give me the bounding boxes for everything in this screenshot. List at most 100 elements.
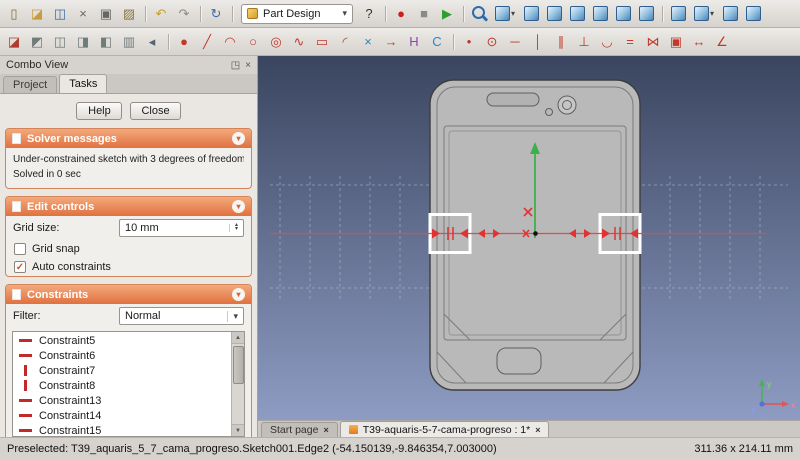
bottom-view-icon[interactable] (612, 3, 634, 25)
collapse-section-icon[interactable]: ▾ (232, 200, 245, 213)
sketch-reorient-icon[interactable]: ◨ (72, 31, 94, 53)
icon-glyph: │ (534, 35, 542, 48)
scrollbar-thumb[interactable] (233, 346, 244, 384)
edit-controls-header[interactable]: Edit controls ▾ (6, 197, 251, 216)
constraint-filter-select[interactable]: Normal ▾ (119, 307, 244, 325)
left-view-icon[interactable] (635, 3, 657, 25)
parallel-constraint-icon[interactable]: ∥ (550, 31, 572, 53)
close-panel-icon[interactable]: × (245, 60, 251, 71)
horizontal-constraint-icon[interactable]: ─ (504, 31, 526, 53)
conic-tool-icon[interactable]: ◎ (265, 31, 287, 53)
sketch-validate-icon[interactable]: ◧ (95, 31, 117, 53)
copy-icon[interactable]: ▣ (95, 3, 117, 25)
sketch-create-icon[interactable]: ◪ (3, 31, 25, 53)
measure-distance-icon[interactable] (667, 3, 689, 25)
polyline-tool-icon[interactable]: ∿ (288, 31, 310, 53)
solver-message[interactable]: Under-constrained sketch with 3 degrees … (13, 152, 244, 167)
extend-tool-icon[interactable]: → (380, 31, 402, 53)
save-icon[interactable]: ◫ (49, 3, 71, 25)
fillet-tool-icon[interactable]: ◜ (334, 31, 356, 53)
angle-constraint-icon[interactable]: ∠ (711, 31, 733, 53)
redo-icon[interactable]: ↷ (173, 3, 195, 25)
constraint-item[interactable]: Constraint15 (13, 423, 231, 436)
axonometric-view-icon[interactable] (491, 3, 519, 25)
carbon-copy-icon[interactable]: C (426, 31, 448, 53)
paste-icon[interactable]: ▨ (118, 3, 140, 25)
tab-document[interactable]: T39-aquaris-5-7-cama-progreso : 1* × (340, 421, 550, 437)
close-button[interactable]: Close (130, 102, 180, 120)
perpendicular-constraint-icon[interactable]: ⊥ (573, 31, 595, 53)
right-view-icon[interactable] (566, 3, 588, 25)
constraint-label: Constraint6 (39, 350, 95, 362)
grid-snap-checkbox[interactable] (14, 243, 26, 255)
origin-point[interactable] (533, 231, 538, 236)
lock-constraint-icon[interactable]: ▣ (665, 31, 687, 53)
constraint-item[interactable]: Constraint13 (13, 393, 231, 408)
draw-style-icon[interactable] (690, 3, 718, 25)
point-tool-icon[interactable]: ● (173, 31, 195, 53)
constraint-item[interactable]: Constraint14 (13, 408, 231, 423)
collapse-section-icon[interactable]: ▾ (232, 132, 245, 145)
undock-panel-icon[interactable]: ◳ (231, 60, 240, 71)
open-document-icon[interactable]: ◪ (26, 3, 48, 25)
sketch-view-section-icon[interactable]: ▥ (118, 31, 140, 53)
constraint-item[interactable]: Constraint5 (13, 333, 231, 348)
sync-view-icon[interactable] (742, 3, 764, 25)
constraint-label: Constraint8 (39, 380, 95, 392)
tangent-constraint-icon[interactable]: ◡ (596, 31, 618, 53)
constraint-item[interactable]: Constraint8 (13, 378, 231, 393)
macro-play-icon[interactable]: ▶ (436, 3, 458, 25)
status-bar: Preselected: T39_aquaris_5_7_cama_progre… (0, 437, 800, 459)
refresh-icon[interactable]: ↻ (205, 3, 227, 25)
grid-size-input[interactable]: 10 mm ▴▾ (119, 219, 244, 237)
point-on-object-constraint-icon[interactable]: ⊙ (481, 31, 503, 53)
auto-constraints-checkbox[interactable]: ✓ (14, 261, 26, 273)
constraint-label: Constraint7 (39, 365, 95, 377)
edit-controls-section: Edit controls ▾ Grid size: 10 mm ▴▾ Grid… (5, 196, 252, 277)
solver-messages-header[interactable]: Solver messages ▾ (6, 129, 251, 148)
sketch-leave-icon[interactable]: ◂ (141, 31, 163, 53)
circle-tool-icon[interactable]: ○ (242, 31, 264, 53)
help-button[interactable]: Help (76, 102, 122, 120)
spinner-arrows-icon[interactable]: ▴▾ (229, 224, 238, 231)
symmetric-constraint-icon[interactable]: ⋈ (642, 31, 664, 53)
rear-view-icon[interactable] (589, 3, 611, 25)
constraints-header[interactable]: Constraints ▾ (6, 285, 251, 304)
external-geometry-icon[interactable]: H (403, 31, 425, 53)
macro-record-icon[interactable]: ● (390, 3, 412, 25)
cut-icon[interactable]: × (72, 3, 94, 25)
tab-close-icon[interactable]: × (535, 425, 540, 435)
front-view-icon[interactable] (520, 3, 542, 25)
vertical-constraint-icon[interactable]: │ (527, 31, 549, 53)
3d-viewport[interactable]: x y z (258, 56, 800, 420)
arc-tool-icon[interactable]: ◠ (219, 31, 241, 53)
tab-start-page[interactable]: Start page × (261, 422, 338, 437)
constraint-item[interactable]: Constraint6 (13, 348, 231, 363)
scroll-down-icon[interactable]: ▼ (232, 424, 244, 436)
constraint-icon (19, 354, 32, 357)
whats-this-icon[interactable]: ? (358, 3, 380, 25)
trim-tool-icon[interactable]: × (357, 31, 379, 53)
undo-icon[interactable]: ↶ (150, 3, 172, 25)
collapse-section-icon[interactable]: ▾ (232, 288, 245, 301)
rectangle-tool-icon[interactable]: ▭ (311, 31, 333, 53)
new-document-icon[interactable]: ▯ (3, 3, 25, 25)
coincident-constraint-icon[interactable]: • (458, 31, 480, 53)
tab-close-icon[interactable]: × (323, 425, 328, 435)
distance-constraint-icon[interactable]: ↔ (688, 31, 710, 53)
macro-stop-icon[interactable]: ■ (413, 3, 435, 25)
box-zoom-icon[interactable] (719, 3, 741, 25)
scroll-up-icon[interactable]: ▲ (232, 332, 244, 344)
tab-project[interactable]: Project (3, 76, 57, 93)
sketch-edit-icon[interactable]: ◩ (26, 31, 48, 53)
workbench-selector[interactable]: Part Design ▾ (241, 4, 353, 24)
icon-glyph: ◨ (77, 35, 89, 48)
constraint-item[interactable]: Constraint7 (13, 363, 231, 378)
line-tool-icon[interactable]: ╱ (196, 31, 218, 53)
constraint-list-scrollbar[interactable]: ▲ ▼ (231, 332, 244, 436)
equal-constraint-icon[interactable]: = (619, 31, 641, 53)
tab-tasks[interactable]: Tasks (59, 74, 107, 93)
top-view-icon[interactable] (543, 3, 565, 25)
fit-all-icon[interactable] (468, 3, 490, 25)
sketch-map-icon[interactable]: ◫ (49, 31, 71, 53)
